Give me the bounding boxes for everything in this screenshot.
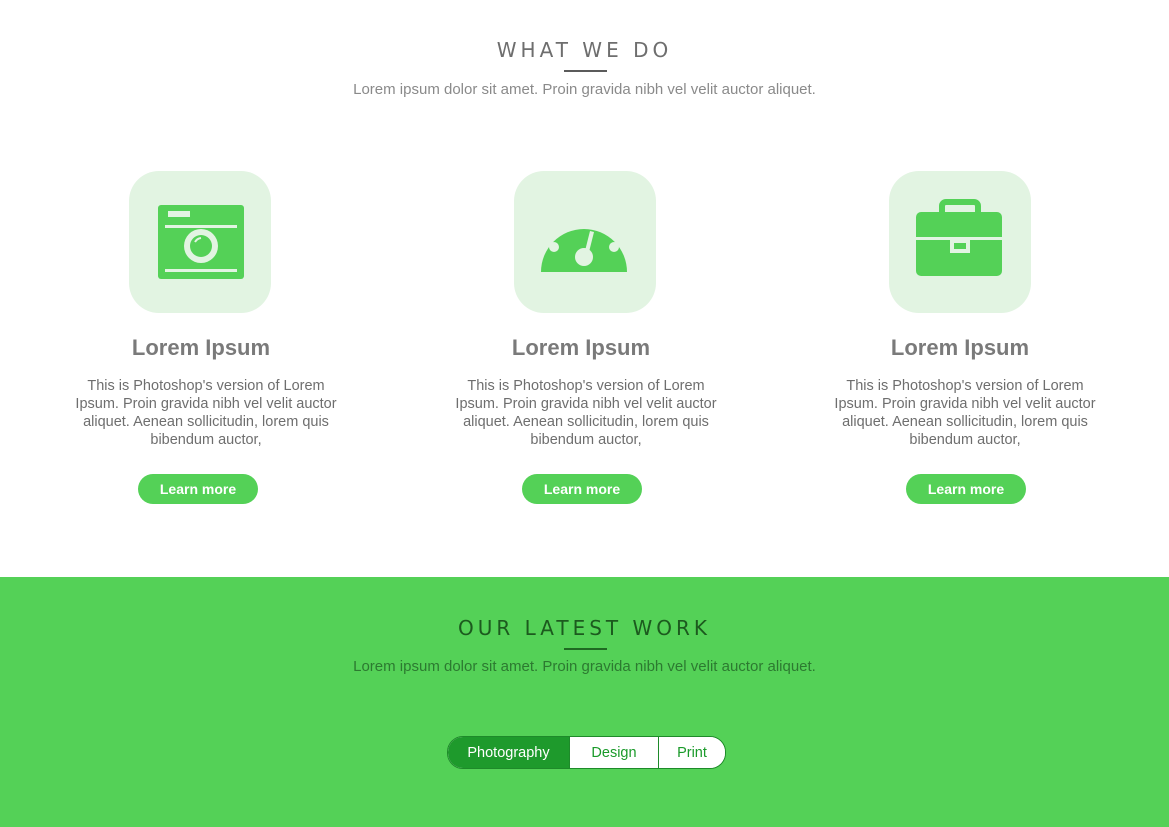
briefcase-icon-box bbox=[889, 171, 1031, 313]
services-subtitle: Lorem ipsum dolor sit amet. Proin gravid… bbox=[353, 81, 816, 98]
services-title-underline bbox=[564, 70, 607, 72]
latest-work-title: OUR LATEST WORK bbox=[457, 616, 712, 640]
service-card-1-text: This is Photoshop's version of Lorem Ips… bbox=[75, 378, 337, 448]
services-title: WHAT WE DO bbox=[496, 38, 673, 62]
filter-design[interactable]: Design bbox=[569, 737, 658, 768]
services-section: WHAT WE DO Lorem ipsum dolor sit amet. P… bbox=[0, 0, 1169, 577]
page: WHAT WE DO Lorem ipsum dolor sit amet. P… bbox=[0, 0, 1169, 827]
camera-icon bbox=[158, 205, 244, 279]
dashboard-icon-box bbox=[514, 171, 656, 313]
service-card-3-title: Lorem Ipsum bbox=[890, 335, 1030, 360]
dashboard-icon bbox=[541, 211, 627, 272]
service-card-1-title: Lorem Ipsum bbox=[131, 335, 271, 360]
service-card-2-title: Lorem Ipsum bbox=[511, 335, 651, 360]
filter-photography[interactable]: Photography bbox=[448, 737, 569, 768]
portfolio-filter-group: Photography Design Print bbox=[447, 736, 726, 769]
briefcase-icon bbox=[916, 199, 1002, 276]
filter-print[interactable]: Print bbox=[658, 737, 725, 768]
learn-more-button-1[interactable]: Learn more bbox=[138, 474, 258, 504]
learn-more-button-3[interactable]: Learn more bbox=[906, 474, 1026, 504]
service-card-3-text: This is Photoshop's version of Lorem Ips… bbox=[834, 378, 1096, 448]
latest-work-section: OUR LATEST WORK Lorem ipsum dolor sit am… bbox=[0, 577, 1169, 827]
learn-more-button-2[interactable]: Learn more bbox=[522, 474, 642, 504]
latest-work-subtitle: Lorem ipsum dolor sit amet. Proin gravid… bbox=[353, 658, 816, 675]
latest-work-title-underline bbox=[564, 648, 607, 650]
camera-icon-box bbox=[129, 171, 271, 313]
service-card-2-text: This is Photoshop's version of Lorem Ips… bbox=[455, 378, 717, 448]
